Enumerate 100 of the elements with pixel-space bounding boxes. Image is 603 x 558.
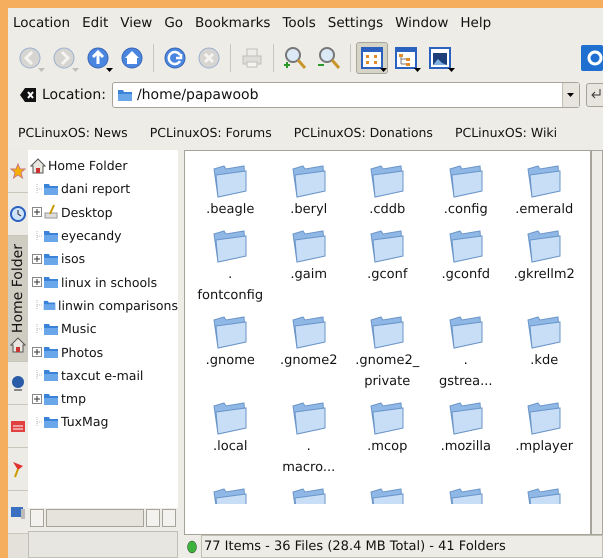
tree-item[interactable]: tmp bbox=[28, 386, 178, 410]
folder-icon bbox=[43, 345, 59, 360]
bookmark-link[interactable]: PCLinuxOS: Donations bbox=[294, 124, 433, 140]
folder-item[interactable]: . fontconfig bbox=[191, 228, 270, 306]
tree-item[interactable]: Desktop bbox=[28, 200, 178, 224]
sidebar-tab[interactable]: Home Folder bbox=[8, 236, 28, 362]
folder-icon bbox=[43, 275, 59, 290]
folder-item[interactable]: .gnome bbox=[191, 314, 270, 392]
folder-item[interactable]: .gkrellm2 bbox=[505, 228, 584, 306]
folder-icon bbox=[43, 368, 59, 382]
expand-icon[interactable] bbox=[32, 347, 42, 358]
toolbar-button[interactable] bbox=[356, 42, 388, 74]
expand-icon[interactable] bbox=[32, 254, 42, 264]
caret-icon bbox=[567, 93, 574, 97]
folder-item[interactable]: .config bbox=[426, 163, 505, 220]
folder-item[interactable]: .emerald bbox=[505, 163, 584, 220]
home-icon bbox=[120, 46, 144, 70]
sidebar-tab[interactable] bbox=[8, 405, 28, 448]
caret-icon bbox=[72, 68, 79, 72]
caret-icon bbox=[38, 68, 45, 72]
menu-item[interactable]: View bbox=[120, 15, 160, 31]
sidebar-tab[interactable] bbox=[8, 150, 28, 193]
sidebar-tab[interactable] bbox=[8, 491, 28, 534]
expand-icon[interactable] bbox=[32, 277, 42, 288]
location-combo-field[interactable]: /home/papawoob bbox=[112, 82, 580, 108]
folder-item[interactable]: .gconfd bbox=[426, 228, 505, 306]
folder-icon bbox=[43, 298, 56, 312]
tree-item[interactable]: eyecandy bbox=[28, 224, 178, 248]
folder-icon bbox=[43, 228, 59, 243]
folder-item[interactable]: .gaim bbox=[270, 228, 348, 306]
folder-item[interactable]: .mplayer bbox=[505, 400, 584, 478]
menu-item[interactable]: Settings bbox=[328, 15, 392, 31]
folder-item[interactable]: .mcop bbox=[348, 400, 426, 478]
clear-location-icon[interactable] bbox=[20, 88, 36, 102]
folder-icon bbox=[43, 252, 59, 266]
monitor-icon bbox=[10, 504, 26, 520]
folder-icon bbox=[116, 88, 133, 102]
vertical-scrollbar[interactable] bbox=[591, 150, 603, 535]
zoom-in-icon bbox=[283, 45, 307, 71]
expand-icon[interactable] bbox=[32, 207, 42, 218]
image-view-icon bbox=[428, 46, 452, 70]
go-button[interactable] bbox=[586, 83, 603, 107]
folder-item[interactable]: .mozilla bbox=[426, 400, 505, 478]
reload-icon bbox=[163, 46, 187, 70]
bookmark-link[interactable]: PCLinuxOS: News bbox=[18, 124, 128, 140]
caret-icon bbox=[414, 68, 421, 72]
tree-item[interactable]: linwin comparisons bbox=[28, 294, 178, 318]
bookmark-link[interactable]: PCLinuxOS: Wiki bbox=[454, 124, 558, 140]
sidebar-tab[interactable] bbox=[8, 448, 28, 492]
folder-icon bbox=[43, 392, 59, 406]
menu-item[interactable]: Bookmarks bbox=[195, 15, 278, 31]
tree-item[interactable]: TuxMag bbox=[28, 410, 178, 434]
caret-icon bbox=[106, 68, 113, 72]
tree-item[interactable]: dani report bbox=[28, 177, 178, 201]
folder-item[interactable]: .gnome2_ private bbox=[348, 314, 426, 392]
folder-item[interactable]: .cddb bbox=[348, 163, 426, 220]
globe-icon bbox=[10, 375, 26, 392]
folder-item[interactable]: .local bbox=[191, 400, 270, 478]
menu-item[interactable]: Help bbox=[460, 15, 500, 31]
folder-item[interactable]: .gconf bbox=[348, 228, 426, 306]
folder-icon bbox=[43, 322, 59, 336]
folder-item[interactable]: .kde bbox=[505, 314, 584, 392]
tree-item[interactable]: taxcut e-mail bbox=[28, 364, 178, 387]
sidebar-tab[interactable] bbox=[8, 193, 28, 236]
tree-item[interactable]: linux in schools bbox=[28, 270, 178, 294]
stop-icon bbox=[197, 46, 221, 70]
icon-view-icon bbox=[360, 46, 384, 70]
expand-icon[interactable] bbox=[32, 394, 42, 404]
folder-item[interactable]: .beryl bbox=[270, 163, 348, 220]
status-text: 77 Items - 36 Files (28.4 MB Total) - 41 Folders bbox=[201, 535, 603, 558]
star-icon bbox=[10, 163, 26, 179]
tree-item[interactable]: Photos bbox=[28, 340, 178, 364]
house-icon bbox=[30, 158, 46, 174]
caret-icon bbox=[448, 68, 455, 72]
menu-item[interactable]: Edit bbox=[82, 15, 116, 31]
zoom-out-icon bbox=[317, 45, 341, 71]
tree-view-icon bbox=[394, 46, 418, 70]
location-label: Location: bbox=[42, 87, 106, 103]
folder-item[interactable]: . gstrea... bbox=[426, 314, 505, 392]
clock-icon bbox=[10, 206, 26, 222]
bookmark-link[interactable]: PCLinuxOS: Forums bbox=[150, 124, 272, 140]
location-input[interactable]: /home/papawoob bbox=[132, 87, 562, 103]
folder-list-icon bbox=[10, 418, 26, 434]
folder-item[interactable]: . macro... bbox=[270, 400, 348, 478]
menu-item[interactable]: Go bbox=[164, 15, 192, 31]
desktop-brush-icon bbox=[43, 204, 59, 220]
folder-item[interactable]: .gnome2 bbox=[270, 314, 348, 392]
tree-item[interactable]: isos bbox=[28, 247, 178, 270]
folder-icon bbox=[43, 182, 59, 196]
house-icon bbox=[10, 337, 26, 354]
printer-icon bbox=[240, 46, 264, 70]
horizontal-scrollbar[interactable] bbox=[28, 508, 178, 528]
tree-item[interactable]: Music bbox=[28, 317, 178, 340]
folder-item[interactable]: .beagle bbox=[191, 163, 270, 220]
folder-icon bbox=[43, 414, 59, 429]
menu-item[interactable]: Location bbox=[13, 15, 78, 31]
menu-item[interactable]: Window bbox=[395, 15, 456, 31]
menu-item[interactable]: Tools bbox=[282, 15, 324, 31]
tree-item[interactable]: Home Folder bbox=[28, 154, 178, 178]
sidebar-tab[interactable] bbox=[8, 362, 28, 406]
